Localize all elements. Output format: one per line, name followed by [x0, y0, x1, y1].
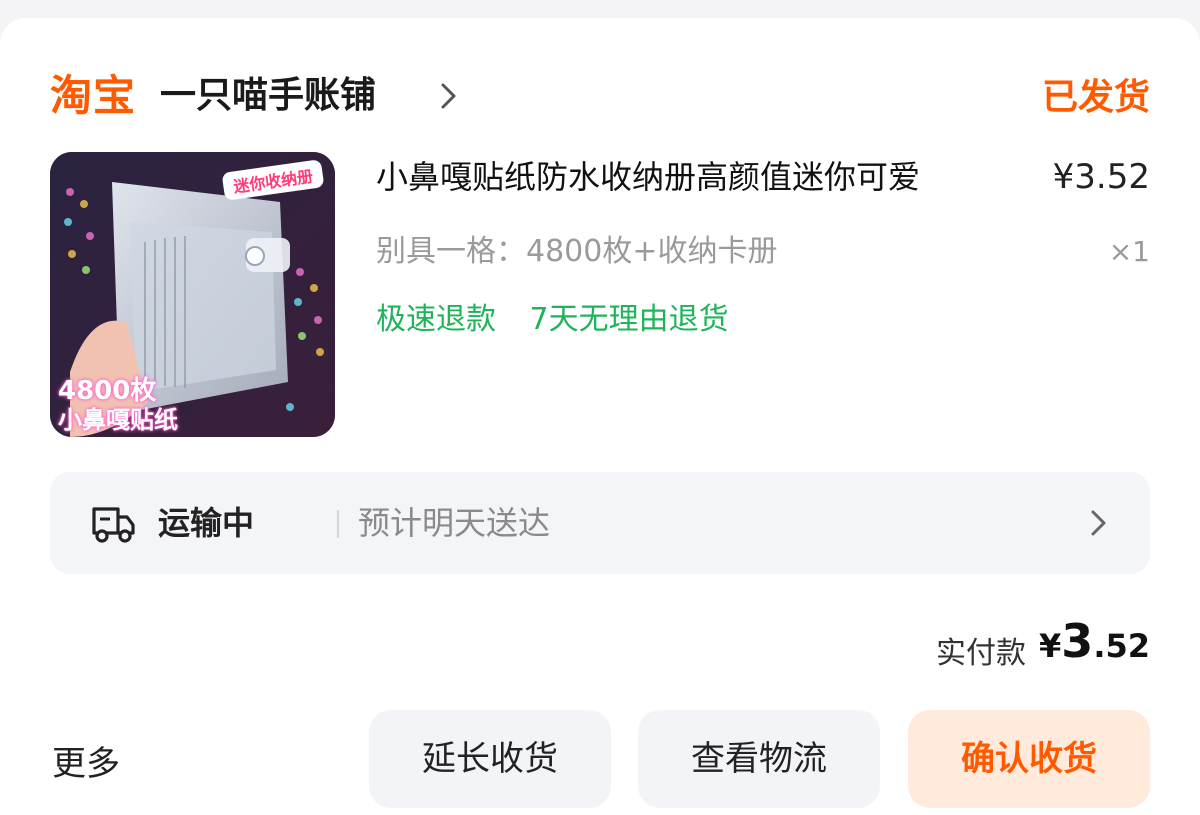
product-title[interactable]: 小鼻嘎贴纸防水收纳册高颜值迷你可爱 — [376, 152, 1016, 202]
confirm-receipt-button[interactable]: 确认收货 — [908, 710, 1150, 808]
amount-integer: 3 — [1061, 614, 1094, 668]
taobao-logo: 淘宝 — [50, 71, 137, 120]
divider — [337, 510, 339, 538]
view-logistics-button[interactable]: 查看物流 — [638, 710, 880, 808]
logistics-status: 运输中 — [158, 504, 255, 542]
product-image[interactable]: 迷你收纳册 4800枚 小鼻嘎贴纸 — [50, 152, 335, 437]
chevron-right-icon[interactable] — [1080, 505, 1116, 541]
payment-label: 实付款 — [936, 636, 1026, 671]
order-card: 淘宝 一只喵手账铺 已发货 迷你收纳册 4800枚 小鼻嘎贴纸 小鼻嘎贴纸防水收… — [0, 18, 1200, 815]
order-header: 淘宝 一只喵手账铺 已发货 — [50, 70, 1150, 122]
product-price: ¥3.52 — [1052, 157, 1150, 197]
image-caption: 小鼻嘎贴纸 — [58, 406, 178, 434]
order-status: 已发货 — [1041, 77, 1150, 118]
chevron-right-icon[interactable] — [430, 78, 466, 114]
currency-symbol: ¥ — [1039, 627, 1062, 665]
payment-amount: ¥3.52 — [1039, 614, 1150, 668]
logistics-bar[interactable]: 运输中 预计明天送达 — [50, 472, 1150, 574]
product-sku: 别具一格：4800枚+收纳卡册 — [376, 234, 778, 269]
service-tag: 极速退款 — [376, 302, 496, 337]
truck-icon — [92, 507, 135, 543]
shop-name-link[interactable]: 一只喵手账铺 — [160, 70, 376, 122]
product-quantity: ×1 — [1108, 235, 1150, 268]
amount-decimal: .52 — [1093, 627, 1150, 665]
more-button[interactable]: 更多 — [52, 738, 120, 790]
service-tag: 7天无理由退货 — [529, 302, 729, 337]
extend-receipt-button[interactable]: 延长收货 — [369, 710, 611, 808]
service-tags: 极速退款 7天无理由退货 — [376, 296, 729, 344]
logistics-eta: 预计明天送达 — [358, 504, 551, 542]
